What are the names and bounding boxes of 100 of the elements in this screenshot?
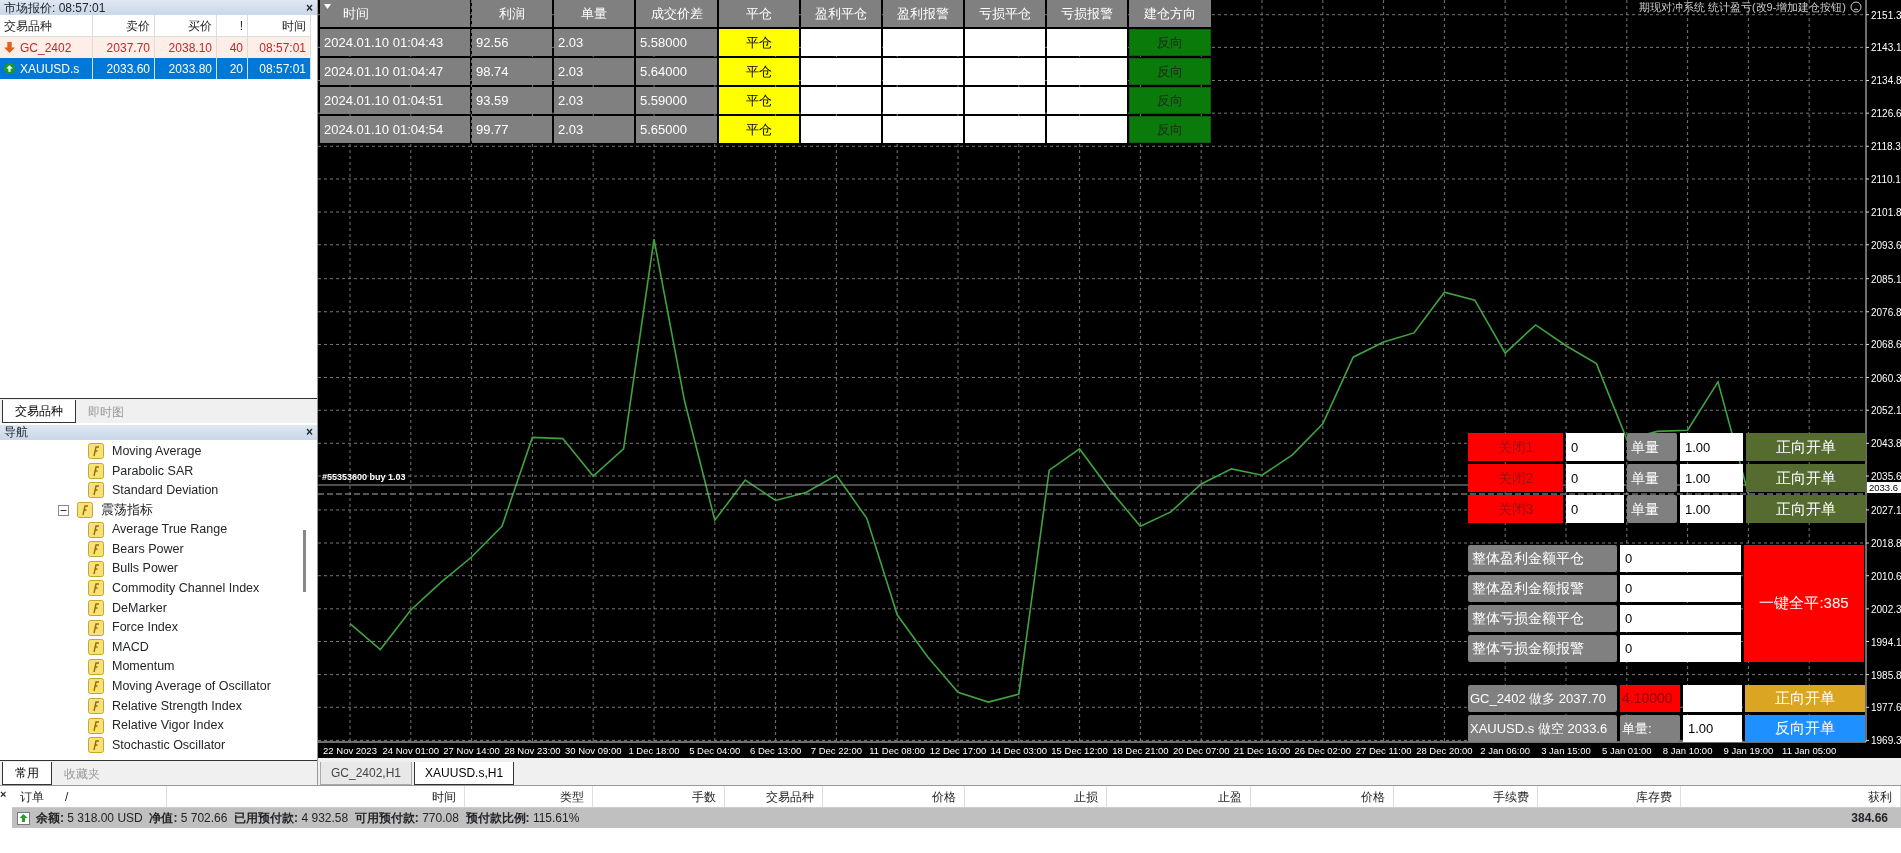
input-field[interactable]: 0 <box>1620 635 1741 662</box>
price-tag: 2033.6 <box>1867 482 1901 493</box>
close-all-button[interactable]: 一键全平:385 <box>1744 545 1864 662</box>
input-field[interactable]: 0 <box>1620 575 1741 602</box>
tab[interactable]: 常用 <box>2 762 52 785</box>
close-button[interactable]: 平仓 <box>719 116 799 143</box>
price-axis-label: 2002.3 <box>1871 603 1901 615</box>
close-icon[interactable]: × <box>306 425 313 439</box>
open-button[interactable]: 正向开单 <box>1746 433 1866 461</box>
caret-icon[interactable] <box>324 4 331 9</box>
tree-item[interactable]: Moving Average <box>112 441 202 461</box>
input-field[interactable]: 1.00 <box>1680 433 1743 461</box>
column-header[interactable]: 订单 <box>20 787 44 806</box>
input-field[interactable] <box>1683 685 1742 712</box>
input-field[interactable]: 0 <box>1566 464 1624 492</box>
input-field[interactable] <box>1047 58 1127 85</box>
tree-item[interactable]: 震荡指标 <box>101 500 153 520</box>
column-header[interactable]: 类型 <box>560 787 584 806</box>
input-field[interactable] <box>801 29 881 56</box>
input-field[interactable] <box>883 29 963 56</box>
time-axis-label: 26 Dec 02:00 <box>1294 745 1352 756</box>
input-field[interactable]: 0 <box>1620 545 1741 572</box>
close-button[interactable]: 平仓 <box>719 87 799 114</box>
close-icon[interactable]: × <box>0 788 7 800</box>
tree-item[interactable]: Momentum <box>112 657 175 677</box>
symbol-row[interactable]: XAUUSD.s <box>0 58 93 79</box>
order-label: #55353600 buy 1.03 <box>322 472 406 483</box>
price-axis-label: 2052.1 <box>1871 405 1901 417</box>
tree-item[interactable]: Commodity Channel Index <box>112 579 260 598</box>
price-axis-label: 2101.8 <box>1871 207 1901 219</box>
open-button[interactable]: 正向开单 <box>1746 464 1866 492</box>
column-header[interactable]: 交易品种 <box>766 787 814 806</box>
column-header[interactable]: 手续费 <box>1493 787 1529 806</box>
column-header[interactable]: 止盈 <box>1218 787 1242 806</box>
tab[interactable]: XAUUSD.s,H1 <box>414 762 515 785</box>
input-field[interactable] <box>1047 116 1127 143</box>
tree-item[interactable]: Relative Vigor Index <box>112 716 224 735</box>
input-field[interactable]: 0 <box>1566 495 1624 523</box>
column-header: 盈利平仓 <box>815 4 867 23</box>
collapse-icon[interactable] <box>58 504 69 516</box>
column-header[interactable]: 止损 <box>1074 787 1098 806</box>
input-field[interactable] <box>965 58 1045 85</box>
input-field[interactable]: 0 <box>1566 433 1624 461</box>
indicator-icon <box>88 737 104 754</box>
open-button[interactable]: 正向开单 <box>1746 495 1866 523</box>
input-field[interactable] <box>883 58 963 85</box>
tree-item[interactable]: Parabolic SAR <box>112 461 194 481</box>
tree-item[interactable]: MACD <box>112 637 149 657</box>
tree-item[interactable]: Bulls Power <box>112 559 178 579</box>
input-field[interactable] <box>801 116 881 143</box>
indicator-icon <box>88 482 104 499</box>
indicator-icon <box>88 639 104 656</box>
input-field[interactable] <box>965 87 1045 114</box>
close-button[interactable]: 平仓 <box>719 58 799 85</box>
input-field[interactable] <box>1047 29 1127 56</box>
table-cell: 2038.10 <box>155 37 217 58</box>
column-header[interactable]: 库存费 <box>1636 787 1672 806</box>
tab[interactable]: GC_2402,H1 <box>320 762 413 785</box>
input-field[interactable] <box>1047 87 1127 114</box>
tree-item[interactable]: Bears Power <box>112 539 184 559</box>
input-field[interactable] <box>883 87 963 114</box>
price-axis-label: 2118.3 <box>1871 141 1901 153</box>
time-axis-label: 30 Nov 09:00 <box>564 745 622 756</box>
input-field[interactable] <box>801 58 881 85</box>
table-cell: 2033.60 <box>93 58 155 79</box>
table-cell: 08:57:01 <box>248 58 311 79</box>
column-header[interactable]: 时间 <box>432 787 456 806</box>
indicator-icon <box>88 443 104 460</box>
tree-item[interactable]: Average True Range <box>112 520 228 540</box>
column-header[interactable]: 价格 <box>932 787 956 806</box>
price-axis-label: 2126.6 <box>1871 108 1901 120</box>
tree-item[interactable]: Standard Deviation <box>112 481 219 500</box>
close-button[interactable]: 平仓 <box>719 29 799 56</box>
input-field[interactable]: 0 <box>1620 605 1741 632</box>
sort-icon[interactable]: / <box>65 787 69 806</box>
price-axis-label: 2027.1 <box>1871 504 1901 516</box>
input-field[interactable]: 1.00 <box>1680 495 1743 523</box>
tree-item[interactable]: Relative Strength Index <box>112 696 242 716</box>
tree-item[interactable]: DeMarker <box>112 598 167 618</box>
tree-item[interactable]: Moving Average of Oscillator <box>112 677 271 696</box>
input-field[interactable] <box>965 116 1045 143</box>
scrollbar-thumb[interactable] <box>303 529 306 592</box>
input-field[interactable]: 1.00 <box>1683 715 1742 742</box>
table-cell: 2.03 <box>554 29 634 56</box>
input-field[interactable] <box>883 116 963 143</box>
input-field[interactable] <box>965 29 1045 56</box>
symbol-row[interactable]: GC_2402 <box>0 37 93 58</box>
close-icon[interactable]: × <box>306 0 313 15</box>
sad-face-icon <box>1850 1 1862 13</box>
column-header[interactable]: 价格 <box>1361 787 1385 806</box>
column-header[interactable]: 手数 <box>692 787 716 806</box>
tab[interactable]: 交易品种 <box>2 399 76 423</box>
input-field[interactable]: 1.00 <box>1680 464 1743 492</box>
tree-item[interactable]: Stochastic Oscillator <box>112 735 226 755</box>
tree-item[interactable]: Force Index <box>112 618 178 637</box>
time-axis-label: 2 Jan 06:00 <box>1480 745 1531 756</box>
input-field[interactable] <box>801 87 881 114</box>
table-cell: 5.59000 <box>636 87 717 114</box>
column-header[interactable]: 获利 <box>1868 787 1892 806</box>
time-axis-label: 5 Jan 01:00 <box>1601 745 1652 756</box>
